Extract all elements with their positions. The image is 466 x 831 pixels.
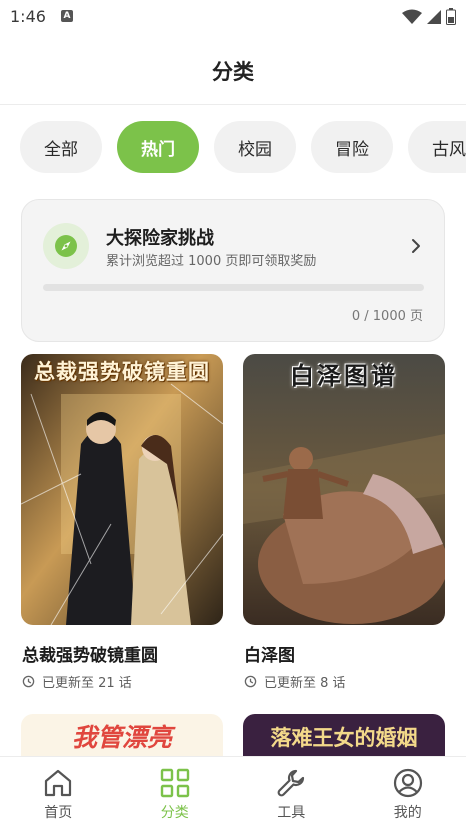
status-bar: 1:46 A xyxy=(0,0,466,34)
comic-cover[interactable]: 总裁强势破镜重圆 xyxy=(21,354,223,625)
comic-update-text: 已更新至 21 话 xyxy=(42,672,132,691)
app-header: 分类 xyxy=(0,34,466,105)
nav-tools[interactable]: 工具 xyxy=(233,757,350,831)
comic-cover-title: 白泽图谱 xyxy=(243,356,445,391)
category-chip-all[interactable]: 全部 xyxy=(20,121,102,173)
challenge-progress-bar xyxy=(43,284,424,291)
chevron-right-icon[interactable] xyxy=(410,238,422,254)
comic-cover-title: 落难王女的婚姻 xyxy=(243,722,445,752)
comic-cover-partial[interactable]: 我管漂亮 xyxy=(21,714,223,756)
history-icon xyxy=(22,675,35,688)
nav-tools-label: 工具 xyxy=(277,802,305,822)
signal-icon xyxy=(426,9,442,25)
comic-title[interactable]: 总裁强势破镜重圆 xyxy=(22,641,158,666)
wrench-icon xyxy=(275,767,307,799)
wifi-icon xyxy=(402,9,422,25)
comic-card[interactable]: 白泽图谱 白泽图 已更新至 8 话 xyxy=(243,354,445,625)
comic-title[interactable]: 白泽图 xyxy=(244,641,295,666)
history-icon xyxy=(244,675,257,688)
comic-cover-partial[interactable]: 落难王女的婚姻 xyxy=(243,714,445,756)
comic-update: 已更新至 8 话 xyxy=(244,672,346,691)
home-icon xyxy=(42,767,74,799)
category-chip-hot[interactable]: 热门 xyxy=(117,121,199,173)
nav-profile[interactable]: 我的 xyxy=(350,757,466,831)
category-chip-adventure[interactable]: 冒险 xyxy=(311,121,393,173)
nav-home-label: 首页 xyxy=(44,802,72,822)
profile-icon xyxy=(392,767,424,799)
grid-icon xyxy=(159,767,191,799)
battery-icon xyxy=(446,8,456,25)
comic-cover-title: 我管漂亮 xyxy=(21,718,223,754)
bottom-navigation: 首页 分类 工具 我的 xyxy=(0,756,466,831)
page-title: 分类 xyxy=(0,56,466,86)
comic-update-text: 已更新至 8 话 xyxy=(264,672,346,691)
comic-card[interactable]: 总裁强势破镜重圆 总裁强势破镜重圆 已更新至 21 话 xyxy=(21,354,223,625)
comic-cover-title: 总裁强势破镜重圆 xyxy=(21,356,223,386)
challenge-subtitle: 累计浏览超过 1000 页即可领取奖励 xyxy=(106,250,316,269)
nav-category-label: 分类 xyxy=(161,802,189,822)
nav-profile-label: 我的 xyxy=(394,802,422,822)
category-chip-campus[interactable]: 校园 xyxy=(214,121,296,173)
explorer-challenge-card[interactable]: 大探险家挑战 累计浏览超过 1000 页即可领取奖励 0 / 1000 页 xyxy=(21,199,445,342)
category-chips: 全部 热门 校园 冒险 古风 xyxy=(20,121,466,173)
challenge-icon-badge xyxy=(43,223,89,269)
notification-icon: A xyxy=(61,10,73,22)
challenge-title: 大探险家挑战 xyxy=(106,224,214,250)
category-chip-ancient[interactable]: 古风 xyxy=(408,121,466,173)
status-time: 1:46 xyxy=(10,7,46,26)
comic-update: 已更新至 21 话 xyxy=(22,672,132,691)
compass-icon xyxy=(53,233,79,259)
challenge-progress-count: 0 / 1000 页 xyxy=(352,305,423,324)
nav-home[interactable]: 首页 xyxy=(0,757,117,831)
comic-cover[interactable]: 白泽图谱 xyxy=(243,354,445,625)
status-icons xyxy=(402,8,456,25)
nav-category[interactable]: 分类 xyxy=(117,757,234,831)
